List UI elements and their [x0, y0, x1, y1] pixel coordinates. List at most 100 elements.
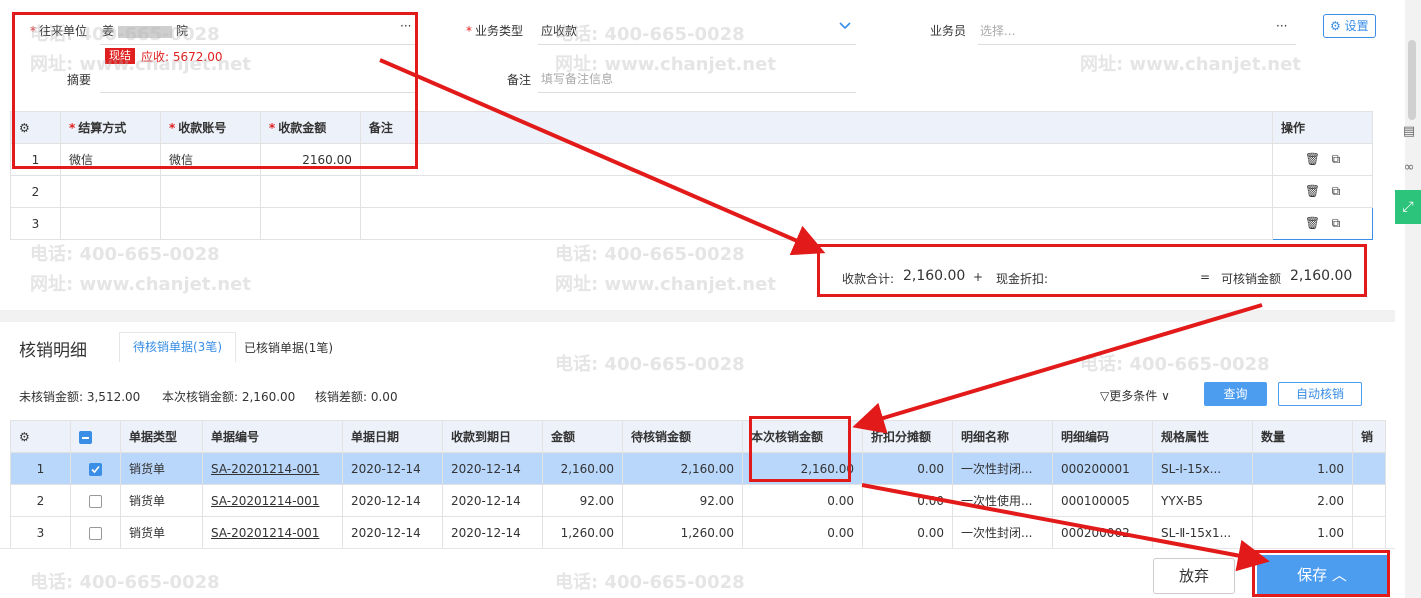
discount-cell: 0.00 — [862, 484, 953, 517]
current-writeoff-cell[interactable]: 0.00 — [742, 484, 863, 517]
col-item-code: 明细编码 — [1052, 420, 1153, 453]
more-conditions[interactable]: ▽更多条件 ∨ — [1100, 387, 1170, 404]
discard-button[interactable]: 放弃 — [1153, 558, 1235, 594]
col-pending: 待核销金额 — [622, 420, 743, 453]
discount-cell: 0.00 — [862, 452, 953, 485]
pending-cell: 1,260.00 — [622, 516, 743, 549]
item-name-cell: 一次性使用... — [952, 484, 1053, 517]
chevron-down-icon: ∨ — [1157, 389, 1170, 403]
due-date-cell: 2020-12-14 — [442, 452, 543, 485]
table-row[interactable]: 3 销货单 SA-20201214-001 2020-12-14 2020-12… — [10, 516, 1386, 549]
salesman-more-button[interactable]: ··· — [1276, 19, 1287, 33]
row-checkbox[interactable] — [70, 484, 121, 517]
table-row[interactable]: 2 销货单 SA-20201214-001 2020-12-14 2020-12… — [10, 484, 1386, 517]
copy-icon[interactable]: ⧉ — [1332, 152, 1341, 166]
spec-cell: YYX-B5 — [1152, 484, 1253, 517]
scrollbar-thumb[interactable] — [1408, 40, 1416, 120]
doc-date-cell: 2020-12-14 — [342, 452, 443, 485]
pending-cell: 2,160.00 — [622, 452, 743, 485]
row-checkbox[interactable] — [70, 452, 121, 485]
sales-cell — [1352, 452, 1386, 485]
highlight-box-current-writeoff — [749, 416, 851, 482]
item-code-cell: 000200001 — [1052, 452, 1153, 485]
qty-cell: 2.00 — [1252, 484, 1353, 517]
pending-cell: 92.00 — [622, 484, 743, 517]
doc-type-cell: 销货单 — [120, 452, 203, 485]
select-all-checkbox[interactable] — [70, 420, 121, 453]
settle-method-cell[interactable] — [59, 175, 161, 208]
row-number: 3 — [10, 516, 71, 549]
auto-writeoff-button[interactable]: 自动核销 — [1278, 382, 1362, 406]
receive-account-cell[interactable] — [159, 207, 261, 240]
doc-type-cell: 销货单 — [120, 484, 203, 517]
tab-done[interactable]: 已核销单据(1笔) — [244, 339, 333, 356]
spec-cell: SL-Ⅰ-15x... — [1152, 452, 1253, 485]
table-row[interactable]: 2 🗑 ⧉ — [10, 175, 1373, 208]
row-actions: 🗑 ⧉ — [1272, 175, 1373, 208]
due-date-cell: 2020-12-14 — [442, 516, 543, 549]
col-doc-date: 单据日期 — [342, 420, 443, 453]
writeoff-table-header: ⚙ 单据类型 单据编号 单据日期 收款到期日 金额 待核销金额 本次核销金额 折… — [10, 420, 1386, 453]
highlight-box-totals — [817, 244, 1367, 297]
gear-icon: ⚙ — [1330, 19, 1341, 33]
remark-label: 备注 — [507, 73, 532, 87]
doc-code-link[interactable]: SA-20201214-001 — [202, 452, 343, 485]
sales-cell — [1352, 484, 1386, 517]
link-icon[interactable]: ∞ — [1397, 160, 1421, 182]
highlight-box-save — [1252, 550, 1390, 597]
remark-cell[interactable] — [359, 207, 1274, 240]
delete-icon[interactable]: 🗑 — [1305, 184, 1320, 198]
chevron-down-icon[interactable] — [838, 20, 852, 34]
delete-icon[interactable]: 🗑 — [1305, 152, 1320, 166]
col-due-date: 收款到期日 — [442, 420, 543, 453]
column-settings-icon[interactable]: ⚙ — [10, 420, 71, 453]
doc-code-link[interactable]: SA-20201214-001 — [202, 484, 343, 517]
table-row[interactable]: 1 销货单 SA-20201214-001 2020-12-14 2020-12… — [10, 452, 1386, 485]
copy-icon[interactable]: ⧉ — [1332, 184, 1341, 198]
receive-amount-cell[interactable] — [259, 175, 361, 208]
current-writeoff-amount: 本次核销金额: 2,160.00 — [162, 390, 296, 404]
item-code-cell: 000200002 — [1052, 516, 1153, 549]
col-doc-type: 单据类型 — [120, 420, 203, 453]
item-code-cell: 000100005 — [1052, 484, 1153, 517]
col-item-name: 明细名称 — [952, 420, 1053, 453]
row-actions: 🗑 ⧉ — [1272, 143, 1373, 176]
filter-icon: ▽ — [1100, 389, 1110, 403]
col-qty: 数量 — [1252, 420, 1353, 453]
qty-cell: 1.00 — [1252, 452, 1353, 485]
biz-type-label: * 业务类型 — [466, 24, 524, 38]
expand-icon[interactable]: ⤢ — [1395, 190, 1421, 224]
document-icon[interactable]: ▤ — [1397, 124, 1421, 146]
receive-amount-cell[interactable] — [259, 207, 361, 240]
doc-date-cell: 2020-12-14 — [342, 516, 443, 549]
settings-button[interactable]: ⚙ 设置 — [1323, 14, 1376, 38]
row-number: 2 — [10, 484, 71, 517]
table-row[interactable]: 3 🗑 ⧉ — [10, 207, 1373, 240]
receive-account-cell[interactable] — [159, 175, 261, 208]
query-button[interactable]: 查询 — [1204, 382, 1267, 406]
doc-code-link[interactable]: SA-20201214-001 — [202, 516, 343, 549]
tab-pending[interactable]: 待核销单据(3笔) — [119, 332, 236, 362]
biz-type-select[interactable]: 应收款 — [541, 22, 577, 39]
amount-cell: 1,260.00 — [542, 516, 623, 549]
remark-cell[interactable] — [359, 175, 1274, 208]
doc-type-cell: 销货单 — [120, 516, 203, 549]
remark-cell[interactable] — [359, 143, 1274, 176]
item-name-cell: 一次性封闭... — [952, 452, 1053, 485]
salesman-input[interactable]: 选择... — [980, 22, 1015, 39]
row-number: 2 — [10, 175, 61, 208]
amount-cell: 2,160.00 — [542, 452, 623, 485]
copy-icon[interactable]: ⧉ — [1332, 216, 1341, 230]
col-doc-code: 单据编号 — [202, 420, 343, 453]
settle-method-cell[interactable] — [59, 207, 161, 240]
row-checkbox[interactable] — [70, 516, 121, 549]
highlight-box-header — [12, 12, 418, 169]
qty-cell: 1.00 — [1252, 516, 1353, 549]
col-amount: 金额 — [542, 420, 623, 453]
current-writeoff-cell[interactable]: 0.00 — [742, 516, 863, 549]
unwritten-amount: 未核销金额: 3,512.00 — [19, 390, 141, 404]
sales-cell — [1352, 516, 1386, 549]
remark-input[interactable]: 填写备注信息 — [541, 70, 613, 87]
row-number: 3 — [10, 207, 61, 240]
delete-icon[interactable]: 🗑 — [1305, 216, 1320, 230]
